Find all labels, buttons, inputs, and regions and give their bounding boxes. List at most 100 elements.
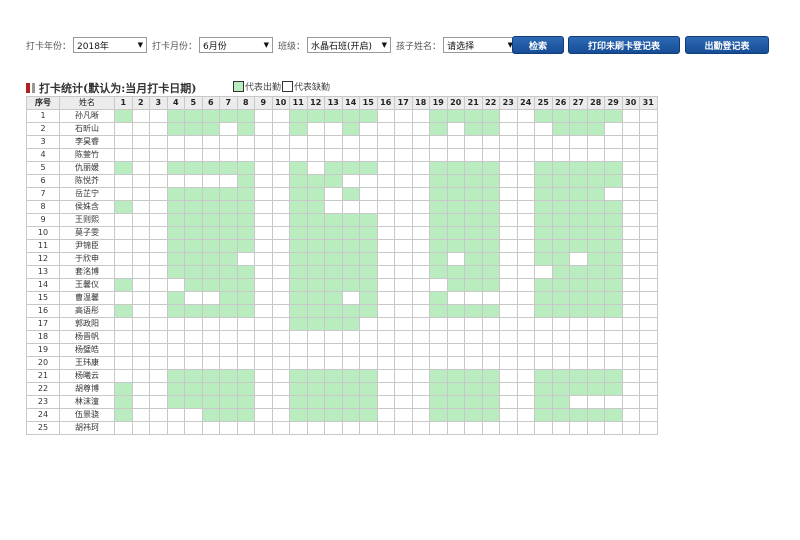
day-cell-absent (446, 122, 465, 136)
day-cell-present (551, 109, 570, 123)
day-cell-absent (464, 135, 483, 149)
day-cell-absent (149, 369, 168, 383)
attendance-register-button[interactable]: 出勤登记表 (685, 36, 769, 54)
day-cell-present (289, 265, 308, 279)
year-select[interactable]: 2018年 ▼ (73, 37, 148, 53)
print-unswiped-button[interactable]: 打印未刷卡登记表 (568, 36, 680, 54)
day-cell-present (569, 109, 588, 123)
day-cell-absent (254, 369, 273, 383)
day-cell-absent (411, 226, 430, 240)
day-cell-present (324, 395, 343, 409)
day-cell-present (481, 161, 500, 175)
day-cell-absent (359, 135, 378, 149)
day-cell-absent (621, 109, 640, 123)
table-row: 5 仇丽媛 (26, 161, 658, 175)
day-cell-present (114, 109, 133, 123)
day-cell-absent (324, 187, 343, 201)
legend-present-label: 代表出勤 (245, 83, 282, 93)
day-cell-absent (271, 356, 290, 370)
search-button[interactable]: 检索 (512, 36, 564, 54)
row-number: 3 (26, 135, 60, 149)
day-cell-absent (499, 356, 518, 370)
day-cell-absent (201, 148, 220, 162)
day-cell-present (184, 122, 203, 136)
day-cell-absent (411, 278, 430, 292)
day-cell-present (324, 291, 343, 305)
day-cell-present (464, 122, 483, 136)
day-cell-present (551, 122, 570, 136)
day-cell-absent (254, 239, 273, 253)
day-cell-present (569, 291, 588, 305)
day-cell-absent (376, 187, 395, 201)
day-cell-absent (341, 343, 360, 357)
day-cell-absent (481, 356, 500, 370)
day-cell-present (464, 395, 483, 409)
day-cell-absent (201, 174, 220, 188)
day-cell-present (289, 395, 308, 409)
table-row: 7 岳芷宁 (26, 187, 658, 201)
day-cell-absent (184, 135, 203, 149)
day-cell-absent (534, 265, 553, 279)
day-cell-absent (254, 330, 273, 344)
day-cell-present (604, 161, 623, 175)
day-cell-absent (131, 122, 150, 136)
day-cell-absent (621, 174, 640, 188)
day-cell-absent (236, 421, 255, 435)
day-cell-absent (254, 382, 273, 396)
day-cell-absent (464, 343, 483, 357)
day-cell-present (184, 200, 203, 214)
day-cell-present (166, 122, 185, 136)
day-cell-absent (376, 148, 395, 162)
day-cell-present (184, 213, 203, 227)
day-cell-absent (499, 109, 518, 123)
day-cell-absent (516, 382, 535, 396)
filter-bar: 打卡年份： 2018年 ▼ 打卡月份： 6月份 ▼ 班级： 水晶石班(开启) ▼… (26, 36, 522, 54)
day-cell-absent (499, 421, 518, 435)
day-cell-present (429, 291, 448, 305)
day-cell-present (324, 161, 343, 175)
day-cell-present (219, 252, 238, 266)
day-cell-absent (376, 382, 395, 396)
day-cell-present (289, 278, 308, 292)
day-cell-absent (114, 265, 133, 279)
day-cell-present (534, 161, 553, 175)
day-cell-absent (534, 343, 553, 357)
day-cell-absent (324, 148, 343, 162)
child-select-value: 请选择 (447, 41, 475, 52)
day-cell-absent (271, 382, 290, 396)
day-cell-present (341, 122, 360, 136)
day-cell-present (569, 278, 588, 292)
day-cell-present (341, 408, 360, 422)
day-cell-present (534, 174, 553, 188)
child-select[interactable]: 请选择 ▼ (443, 37, 518, 53)
day-cell-absent (534, 122, 553, 136)
day-header: 28 (586, 96, 605, 110)
day-cell-present (586, 213, 605, 227)
day-cell-absent (114, 239, 133, 253)
day-cell-absent (394, 395, 413, 409)
day-cell-absent (621, 369, 640, 383)
day-cell-present (604, 213, 623, 227)
day-cell-absent (359, 148, 378, 162)
day-cell-absent (131, 395, 150, 409)
day-cell-absent (499, 317, 518, 331)
month-select[interactable]: 6月份 ▼ (199, 37, 274, 53)
day-cell-absent (394, 161, 413, 175)
class-select[interactable]: 水晶石班(开启) ▼ (307, 37, 392, 53)
day-cell-present (324, 239, 343, 253)
day-cell-present (551, 174, 570, 188)
child-name: 套洺博 (59, 265, 115, 279)
day-cell-absent (184, 317, 203, 331)
day-cell-present (166, 369, 185, 383)
day-header: 11 (289, 96, 308, 110)
day-cell-present (446, 226, 465, 240)
row-number: 23 (26, 395, 60, 409)
day-cell-absent (149, 421, 168, 435)
day-cell-absent (464, 317, 483, 331)
day-cell-present (219, 265, 238, 279)
day-cell-absent (499, 187, 518, 201)
day-cell-present (236, 122, 255, 136)
day-cell-present (429, 226, 448, 240)
day-cell-absent (534, 148, 553, 162)
day-cell-absent (516, 317, 535, 331)
